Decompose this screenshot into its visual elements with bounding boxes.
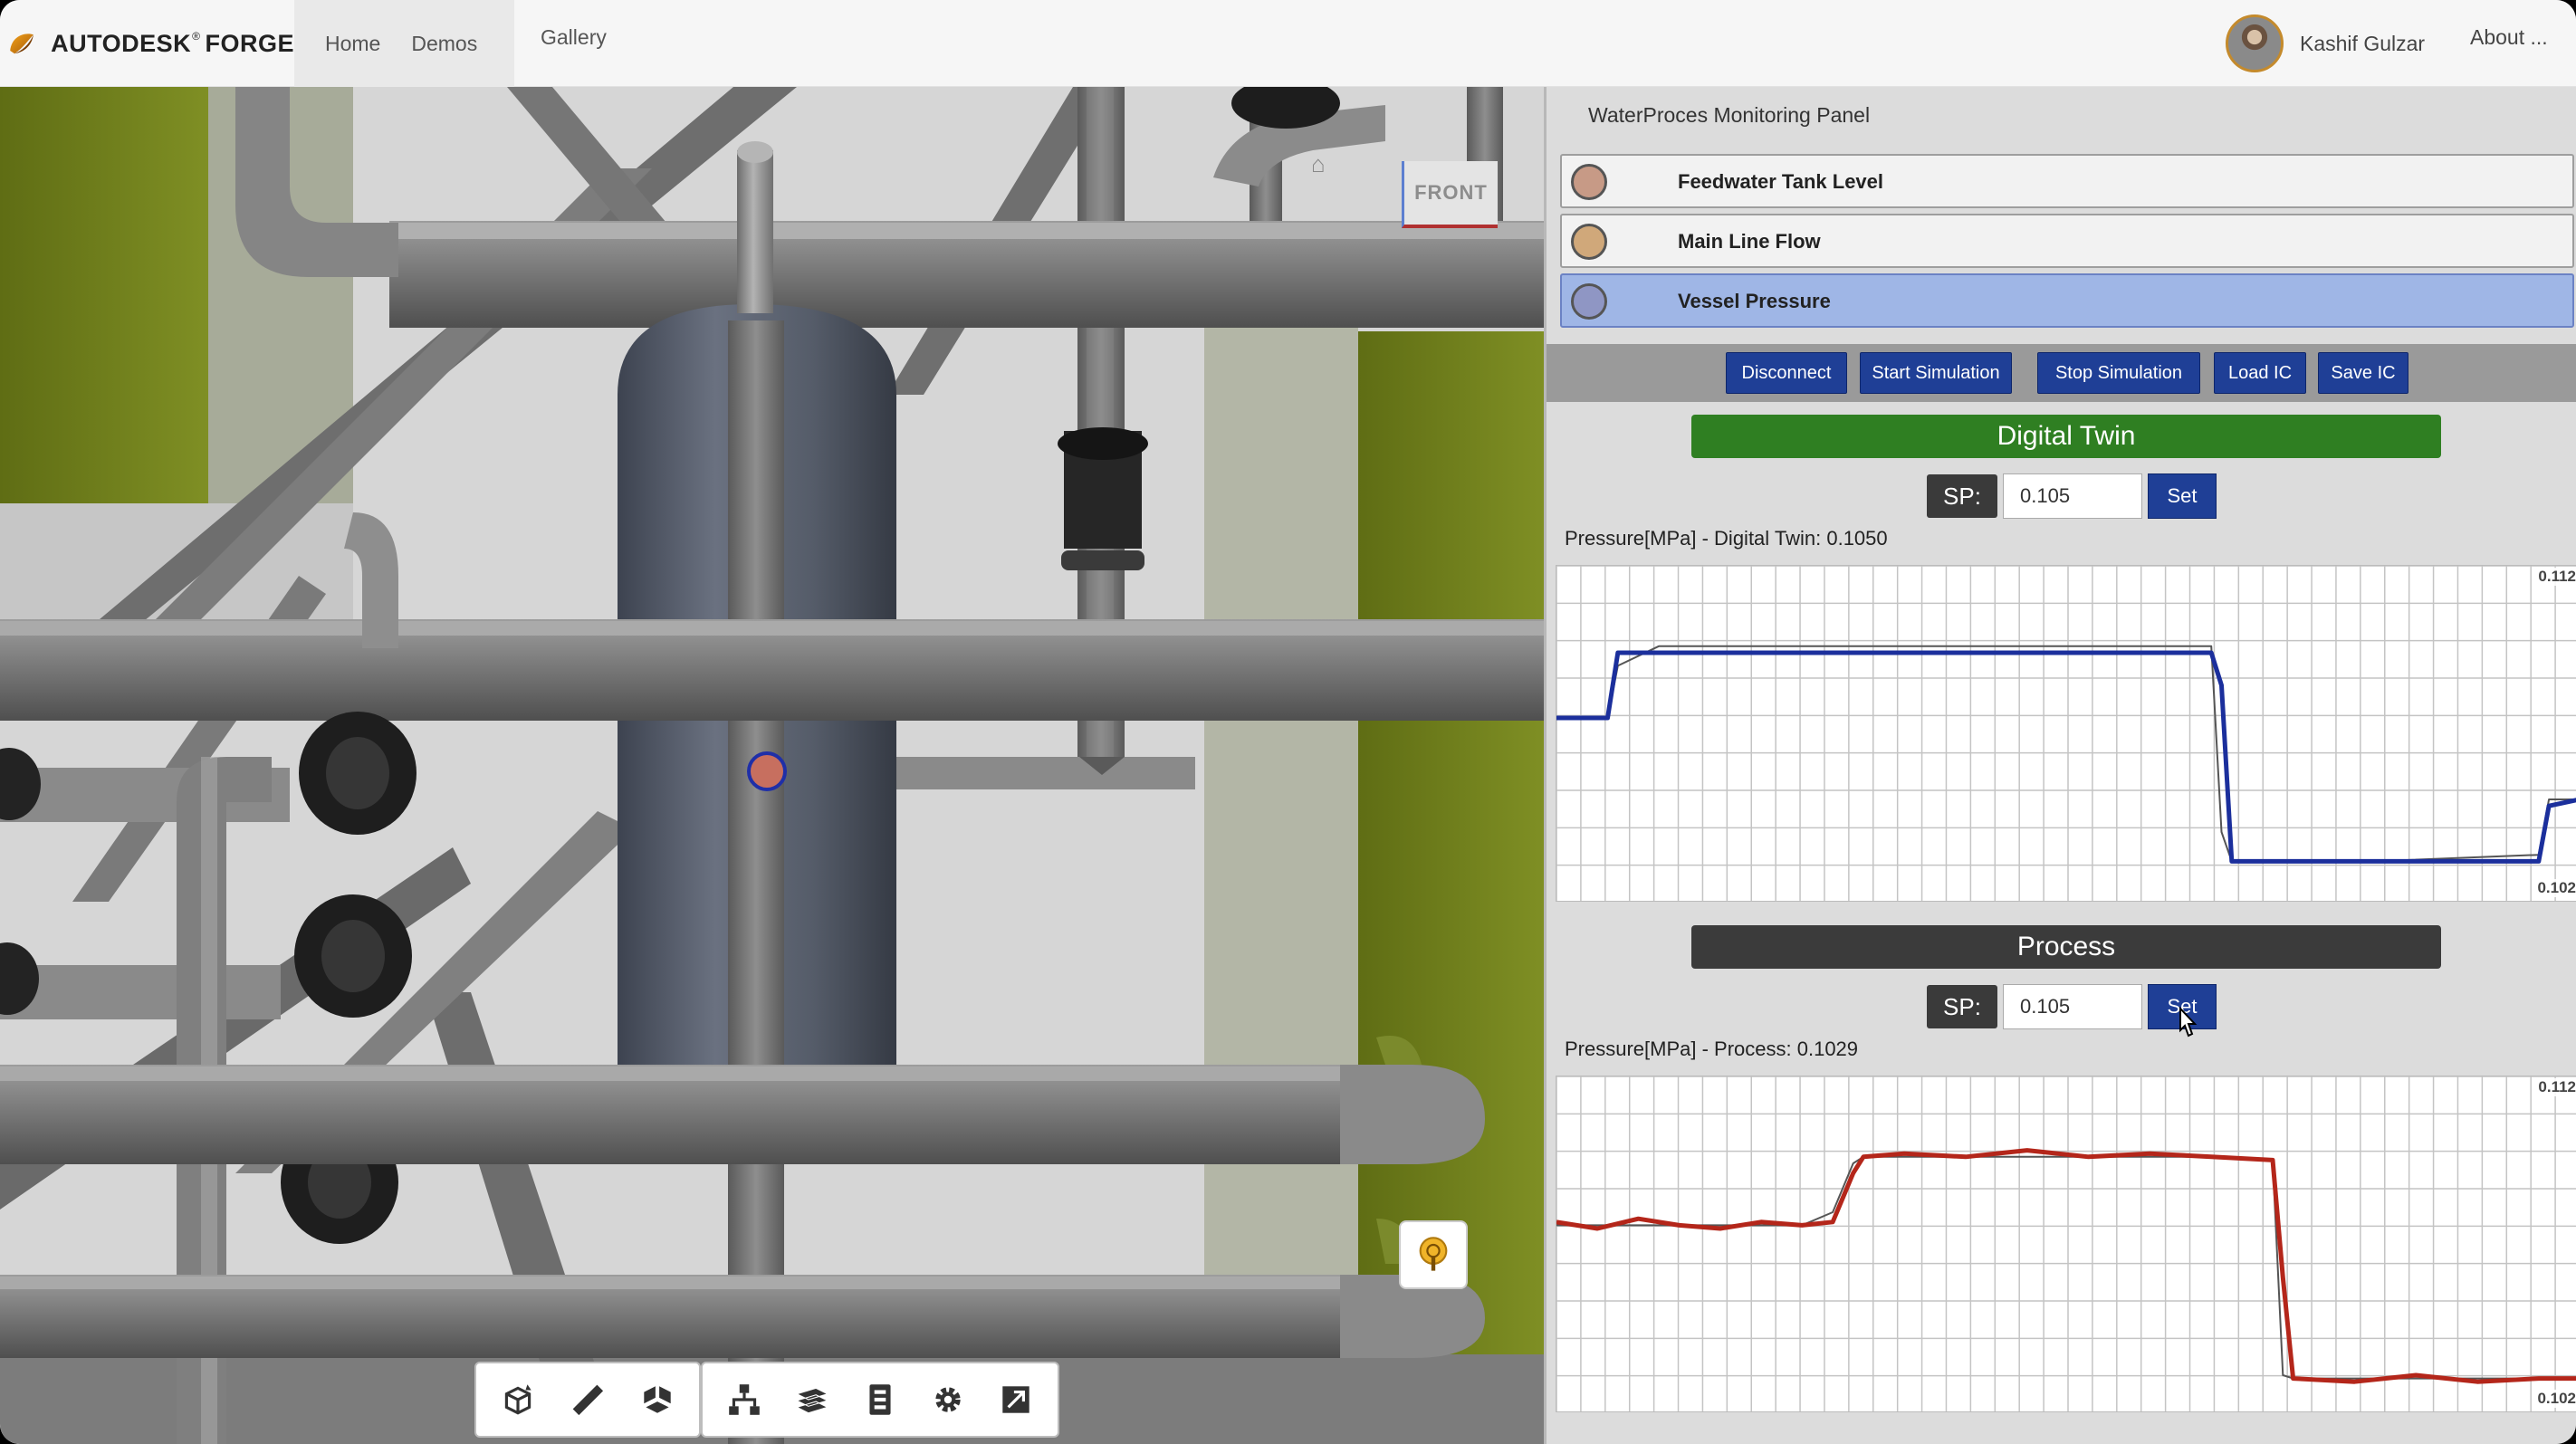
nav-demos[interactable]: Demos: [411, 32, 477, 56]
layers-icon: [795, 1387, 829, 1414]
series-line: [1556, 650, 2576, 864]
app-window: AUTODESK® FORGE Home Demos Gallery Kashif…: [0, 0, 2576, 1444]
properties-button[interactable]: [846, 1369, 914, 1430]
save-ic-button[interactable]: Save IC: [2318, 352, 2408, 394]
sensor-item-feedwater-tank-level[interactable]: Feedwater Tank Level: [1560, 154, 2574, 208]
y-tick-min: 0.102: [2537, 1390, 2576, 1408]
settings-icon: [935, 1387, 961, 1412]
digital-twin-set-button[interactable]: Set: [2148, 473, 2217, 519]
process-header: Process: [1691, 925, 2441, 969]
explode-button[interactable]: [622, 1369, 692, 1430]
viewer-toolbar-tools: [701, 1362, 1059, 1438]
digital-twin-header: Digital Twin: [1691, 415, 2441, 458]
disconnect-button[interactable]: Disconnect: [1726, 352, 1847, 394]
pushpin-button[interactable]: [1399, 1220, 1468, 1289]
digital-twin-chart-svg: [1556, 566, 2576, 901]
viewcube-front-face[interactable]: FRONT: [1402, 161, 1498, 228]
forge-3d-viewer[interactable]: ⌂ FRONT: [0, 87, 1544, 1444]
orbit-icon: [505, 1384, 532, 1415]
explode-icon: [643, 1386, 671, 1413]
digital-twin-chart: 0.112 0.102: [1556, 565, 2576, 902]
process-chart-svg: [1556, 1076, 2576, 1411]
process-setpoint-row: SP: Set: [1927, 983, 2217, 1030]
brand-name: AUTODESK® FORGE: [51, 29, 294, 57]
process-sp-input[interactable]: [2003, 984, 2142, 1029]
brand[interactable]: AUTODESK® FORGE: [0, 0, 294, 87]
avatar: [2226, 14, 2284, 72]
sensor-item-vessel-pressure[interactable]: Vessel Pressure: [1560, 273, 2574, 328]
nav-home[interactable]: Home: [325, 32, 380, 56]
user-name: Kashif Gulzar: [2300, 31, 2426, 55]
user-menu[interactable]: Kashif Gulzar: [2226, 11, 2425, 76]
model-browser-icon: [728, 1384, 760, 1415]
layers-button[interactable]: [778, 1369, 846, 1430]
start-simulation-button[interactable]: Start Simulation: [1860, 352, 2012, 394]
about-link[interactable]: About ...: [2470, 25, 2548, 50]
sensor-status-dot: [1571, 164, 1607, 200]
sp-label: SP:: [1927, 985, 1997, 1028]
home-icon[interactable]: ⌂: [1311, 150, 1326, 178]
sensor-label: Main Line Flow: [1678, 230, 1821, 253]
y-tick-max: 0.112: [2538, 568, 2576, 586]
sensor-item-main-line-flow[interactable]: Main Line Flow: [1560, 214, 2574, 268]
digital-twin-chart-title: Pressure[MPa] - Digital Twin: 0.1050: [1565, 527, 1888, 550]
fullscreen-button[interactable]: [982, 1369, 1050, 1430]
simulation-controls: Disconnect Start Simulation Stop Simulat…: [1547, 344, 2576, 402]
nav-gallery[interactable]: Gallery: [541, 25, 607, 50]
monitoring-panel: WaterProces Monitoring Panel Feedwater T…: [1544, 87, 2576, 1444]
fullscreen-icon: [1002, 1386, 1030, 1413]
stop-simulation-button[interactable]: Stop Simulation: [2037, 352, 2200, 394]
properties-icon: [869, 1384, 891, 1415]
viewcube[interactable]: ⌂ FRONT: [1311, 134, 1503, 234]
sensor-label: Vessel Pressure: [1678, 290, 1831, 312]
y-tick-min: 0.102: [2537, 879, 2576, 897]
settings-button[interactable]: [915, 1369, 982, 1430]
sensor-pin-icon: [1419, 1237, 1448, 1271]
process-chart-title: Pressure[MPa] - Process: 0.1029: [1565, 1038, 1859, 1060]
series-line: [1556, 1148, 2576, 1384]
y-tick-max: 0.112: [2538, 1078, 2576, 1096]
autodesk-logo-icon: [10, 33, 34, 54]
mouse-pointer-icon: [2179, 1007, 2198, 1038]
digital-twin-sp-input[interactable]: [2003, 473, 2142, 519]
measure-icon: [572, 1384, 604, 1416]
model-browser-button[interactable]: [710, 1369, 778, 1430]
orbit-button[interactable]: [484, 1369, 553, 1430]
measure-button[interactable]: [553, 1369, 623, 1430]
panel-title: WaterProces Monitoring Panel: [1588, 103, 1871, 127]
process-chart: 0.112 0.102: [1556, 1076, 2576, 1412]
sensor-label: Feedwater Tank Level: [1678, 170, 1884, 193]
sensor-status-dot: [1571, 283, 1607, 320]
digital-twin-setpoint-row: SP: Set: [1927, 473, 2217, 520]
sp-label: SP:: [1927, 474, 1997, 518]
viewer-toolbar-navigation: [474, 1362, 701, 1438]
sensor-status-dot: [1571, 224, 1607, 260]
sensor-marker[interactable]: [747, 751, 787, 791]
top-navbar: AUTODESK® FORGE Home Demos Gallery Kashif…: [0, 0, 2576, 87]
load-ic-button[interactable]: Load IC: [2214, 352, 2306, 394]
series-line: [1556, 1155, 2576, 1380]
nav-links: Home Demos: [294, 0, 514, 87]
sensor-list: Feedwater Tank Level Main Line Flow Vess…: [1560, 154, 2574, 333]
